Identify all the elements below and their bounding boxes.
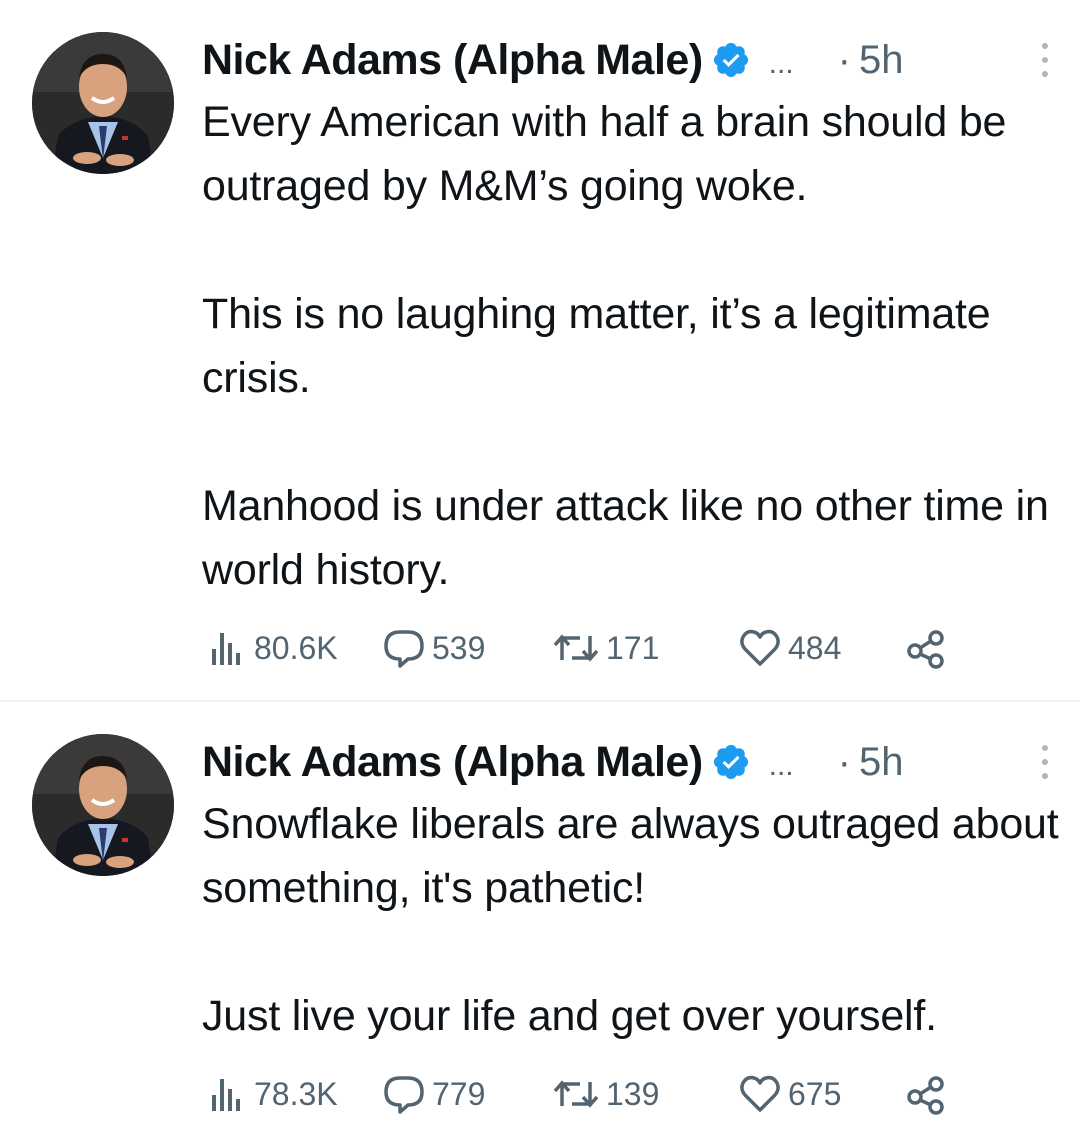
- timestamp[interactable]: 5h: [859, 38, 904, 83]
- views-count: 78.3K: [254, 1075, 338, 1112]
- timestamp[interactable]: 5h: [859, 740, 904, 785]
- verified-badge-icon: [713, 744, 748, 780]
- tweet-text: Every American with half a brain should …: [202, 98, 1049, 594]
- reply-icon: [384, 630, 424, 668]
- action-bar: 78.3K 779 139 675: [206, 1070, 948, 1118]
- tweet[interactable]: Nick Adams (Alpha Male) ... · 5h Every A…: [0, 0, 1080, 700]
- reply-button[interactable]: 539: [382, 626, 552, 670]
- views-button[interactable]: 80.6K: [206, 627, 382, 669]
- share-icon: [907, 1076, 944, 1115]
- views-button[interactable]: 78.3K: [206, 1073, 382, 1115]
- views-count: 80.6K: [254, 629, 338, 666]
- views-icon: [212, 1079, 240, 1111]
- retweet-count: 139: [606, 1075, 660, 1112]
- reply-icon: [384, 1076, 424, 1114]
- like-count: 675: [788, 1075, 842, 1112]
- author-name[interactable]: Nick Adams (Alpha Male): [202, 738, 703, 787]
- tweet-header: Nick Adams (Alpha Male) ... · 5h: [202, 734, 1050, 790]
- share-icon: [907, 630, 944, 669]
- retweet-button[interactable]: 139: [552, 1072, 738, 1116]
- action-bar: 80.6K 539 171 484: [206, 624, 948, 672]
- retweet-button[interactable]: 171: [552, 626, 738, 670]
- name-truncation: ...: [768, 47, 794, 80]
- views-icon: [212, 633, 240, 665]
- separator-dot: ·: [837, 37, 851, 82]
- reply-count: 539: [432, 629, 486, 666]
- like-button[interactable]: 484: [738, 626, 904, 670]
- avatar[interactable]: [32, 734, 174, 876]
- retweet-count: 171: [606, 629, 660, 666]
- separator-dot: ·: [837, 739, 851, 784]
- share-button[interactable]: [904, 626, 948, 670]
- more-options-icon[interactable]: [1040, 742, 1050, 782]
- like-icon: [740, 1075, 780, 1112]
- like-icon: [740, 629, 780, 666]
- tweet-text: Snowflake liberals are always outraged a…: [202, 800, 1059, 1040]
- author-name[interactable]: Nick Adams (Alpha Male): [202, 36, 703, 85]
- reply-button[interactable]: 779: [382, 1072, 552, 1116]
- verified-badge-icon: [713, 42, 748, 78]
- share-button[interactable]: [904, 1072, 948, 1116]
- retweet-icon: [553, 634, 599, 662]
- retweet-icon: [553, 1080, 599, 1108]
- more-options-icon[interactable]: [1040, 40, 1050, 80]
- avatar[interactable]: [32, 32, 174, 174]
- like-button[interactable]: 675: [738, 1072, 904, 1116]
- name-truncation: ...: [768, 749, 794, 782]
- reply-count: 779: [432, 1075, 486, 1112]
- tweet-header: Nick Adams (Alpha Male) ... · 5h: [202, 32, 1050, 88]
- like-count: 484: [788, 629, 842, 666]
- tweet[interactable]: Nick Adams (Alpha Male) ... · 5h Snowfla…: [0, 702, 1080, 1143]
